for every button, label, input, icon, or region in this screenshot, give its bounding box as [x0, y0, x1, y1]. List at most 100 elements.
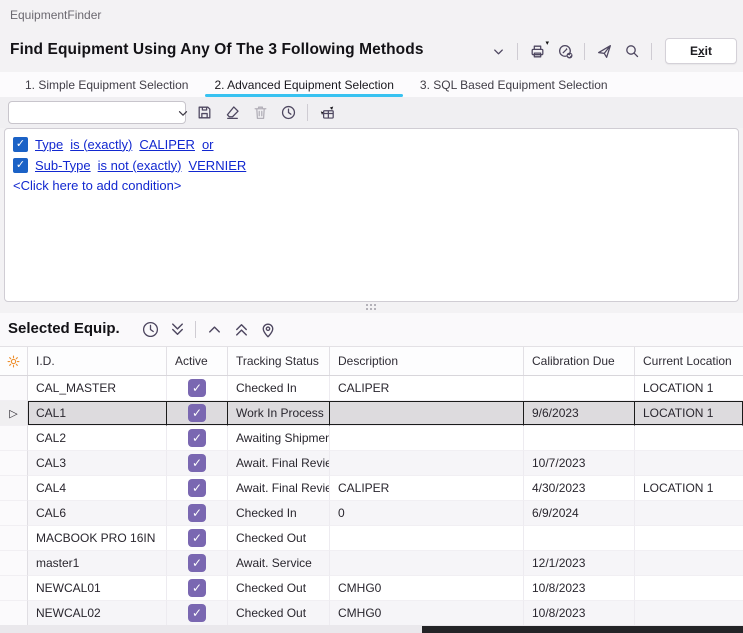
cell-description: 0: [330, 501, 524, 526]
row-header-cell[interactable]: [0, 376, 28, 401]
column-header[interactable]: I.D.: [28, 347, 167, 375]
cell-active: ✓: [167, 526, 228, 551]
exit-button[interactable]: Exit: [665, 38, 737, 64]
horizontal-scrollbar[interactable]: [0, 625, 743, 633]
send-icon[interactable]: [592, 39, 616, 63]
column-header[interactable]: Calibration Due: [524, 347, 635, 375]
tab-label: 2. Advanced Equipment Selection: [214, 78, 393, 92]
double-chevron-up-icon[interactable]: [229, 318, 253, 342]
selected-equip-icons: [138, 317, 280, 342]
cell-current-location: [635, 576, 743, 601]
splitter[interactable]: [0, 302, 743, 313]
condition-checkbox[interactable]: ✓: [13, 137, 28, 152]
search-icon[interactable]: [620, 39, 644, 63]
active-checkbox[interactable]: ✓: [188, 454, 206, 472]
tab-3[interactable]: 3. SQL Based Equipment Selection: [407, 72, 621, 97]
condition-checkbox[interactable]: ✓: [13, 158, 28, 173]
condition-field-link[interactable]: Sub-Type: [35, 158, 91, 173]
active-checkbox[interactable]: ✓: [188, 404, 206, 422]
condition-connector-link[interactable]: or: [202, 137, 214, 152]
cell-calibration-due: 10/8/2023: [524, 576, 635, 601]
saved-filter-input[interactable]: [9, 106, 176, 120]
cell-description: [330, 426, 524, 451]
row-header-cell[interactable]: [0, 426, 28, 451]
row-header-cell[interactable]: [0, 526, 28, 551]
active-checkbox[interactable]: ✓: [188, 529, 206, 547]
cell-calibration-due: 12/1/2023: [524, 551, 635, 576]
separator: [307, 104, 308, 121]
selected-equip-label: Selected Equip.: [8, 320, 120, 337]
column-header[interactable]: Active: [167, 347, 228, 375]
condition-operator-link[interactable]: is not (exactly): [98, 158, 182, 173]
condition-field-link[interactable]: Type: [35, 137, 63, 152]
saved-filter-combobox[interactable]: [8, 101, 186, 124]
table-row[interactable]: ▷CAL1✓Work In Process9/6/2023LOCATION 1: [0, 401, 743, 426]
cell-current-location: [635, 501, 743, 526]
cell-description: [330, 526, 524, 551]
table-row[interactable]: NEWCAL01✓Checked OutCMHG010/8/2023: [0, 576, 743, 601]
condition-panel: ✓ Type is (exactly) CALIPER or ✓ Sub-Type is no…: [4, 128, 739, 302]
condition-value-link[interactable]: VERNIER: [188, 158, 246, 173]
row-header-cell[interactable]: [0, 501, 28, 526]
cell-description: CMHG0: [330, 601, 524, 626]
active-checkbox[interactable]: ✓: [188, 579, 206, 597]
column-header[interactable]: Current Location: [635, 347, 743, 375]
separator: [195, 321, 196, 338]
table-row[interactable]: CAL6✓Checked In06/9/2024: [0, 501, 743, 526]
row-header-cell[interactable]: [0, 551, 28, 576]
history-clock-icon[interactable]: [138, 318, 162, 342]
tab-2[interactable]: 2. Advanced Equipment Selection: [201, 72, 406, 97]
table-row[interactable]: CAL_MASTER✓Checked InCALIPERLOCATION 1: [0, 376, 743, 401]
condition-value-link[interactable]: CALIPER: [139, 137, 195, 152]
column-header[interactable]: Description: [330, 347, 524, 375]
tab-1[interactable]: 1. Simple Equipment Selection: [12, 72, 201, 97]
cell-active: ✓: [167, 601, 228, 626]
cell-current-location: LOCATION 1: [635, 401, 743, 426]
horizontal-scrollbar-thumb[interactable]: [422, 626, 743, 633]
active-checkbox[interactable]: ✓: [188, 429, 206, 447]
select-grid-icon[interactable]: [315, 101, 339, 125]
double-chevron-down-icon[interactable]: [165, 318, 189, 342]
condition-operator-link[interactable]: is (exactly): [70, 137, 132, 152]
active-checkbox[interactable]: ✓: [188, 604, 206, 622]
table-row[interactable]: CAL4✓Await. Final ReviewCALIPER4/30/2023…: [0, 476, 743, 501]
cell-tracking-status: Checked Out: [228, 526, 330, 551]
add-condition-link[interactable]: <Click here to add condition>: [13, 176, 730, 196]
apply-check-icon[interactable]: [553, 39, 577, 63]
print-dropdown-icon[interactable]: ▾: [545, 40, 549, 47]
column-header[interactable]: Tracking Status: [228, 347, 330, 375]
history-clock-icon[interactable]: [276, 101, 300, 125]
cell-calibration-due: [524, 376, 635, 401]
table-row[interactable]: CAL2✓Awaiting Shipment: [0, 426, 743, 451]
trash-icon[interactable]: [248, 101, 272, 125]
save-icon[interactable]: [192, 101, 216, 125]
condition-row: ✓ Sub-Type is not (exactly) VERNIER: [13, 155, 730, 175]
table-row[interactable]: MACBOOK PRO 16IN✓Checked Out: [0, 526, 743, 551]
header-controls: ▾ Exit: [486, 36, 737, 66]
chevron-down-icon[interactable]: [486, 39, 510, 63]
cell-description: [330, 401, 524, 426]
splitter-grip-icon[interactable]: [366, 304, 378, 312]
active-checkbox[interactable]: ✓: [188, 554, 206, 572]
selected-equip-bar: Selected Equip.: [0, 313, 743, 346]
active-checkbox[interactable]: ✓: [188, 379, 206, 397]
eraser-icon[interactable]: [220, 101, 244, 125]
row-header-cell[interactable]: [0, 451, 28, 476]
cell-tracking-status: Await. Final Review: [228, 451, 330, 476]
active-checkbox[interactable]: ✓: [188, 479, 206, 497]
location-pin-icon[interactable]: [256, 318, 280, 342]
table-row[interactable]: CAL3✓Await. Final Review10/7/2023: [0, 451, 743, 476]
row-header-cell[interactable]: [0, 576, 28, 601]
table-corner-cell[interactable]: [0, 347, 28, 375]
table-row[interactable]: NEWCAL02✓Checked OutCMHG010/8/2023: [0, 601, 743, 626]
row-header-cell[interactable]: [0, 601, 28, 626]
table-row[interactable]: master1✓Await. Service12/1/2023: [0, 551, 743, 576]
sun-icon: [6, 354, 21, 369]
chevron-up-icon[interactable]: [202, 318, 226, 342]
separator: [584, 43, 585, 60]
row-header-cell[interactable]: ▷: [0, 401, 28, 426]
active-checkbox[interactable]: ✓: [188, 504, 206, 522]
row-header-cell[interactable]: [0, 476, 28, 501]
print-icon[interactable]: ▾: [525, 39, 549, 63]
combo-chevron-down-icon[interactable]: [176, 106, 190, 120]
